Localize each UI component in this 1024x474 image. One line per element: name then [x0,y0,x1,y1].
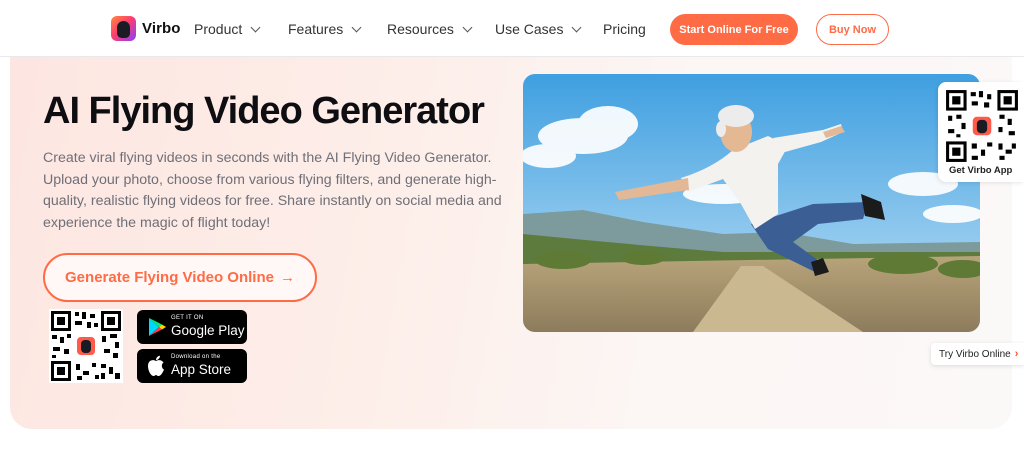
menu-features-label: Features [288,21,344,37]
google-play-small: GET IT ON [171,315,204,321]
menu-use-cases[interactable]: Use Cases [495,21,582,37]
chevron-down-icon [462,22,473,32]
qr-code-icon [944,88,1020,164]
generate-video-button[interactable]: Generate Flying Video Online → [43,253,317,302]
menu-product[interactable]: Product [194,21,261,37]
menu-product-label: Product [194,21,243,37]
google-play-icon [149,318,166,336]
qr-code-icon [49,309,123,383]
try-online-label: Try Virbo Online [939,348,1011,360]
get-app-caption: Get Virbo App [949,165,1013,176]
app-store-label: App Store [171,362,232,377]
try-online-tab[interactable]: Try Virbo Online › [931,343,1024,365]
generate-video-label: Generate Flying Video Online [65,269,274,286]
menu-resources[interactable]: Resources [387,21,473,37]
virbo-logo-icon[interactable] [111,16,136,41]
google-play-label: Google Play [171,323,245,338]
hero-title: AI Flying Video Generator [43,90,485,132]
chevron-down-icon [351,22,362,32]
apple-icon [148,355,164,376]
arrow-right-icon: → [279,269,295,286]
buy-now-button[interactable]: Buy Now [816,14,889,45]
menu-use-cases-label: Use Cases [495,21,564,37]
chevron-right-icon: › [1014,348,1019,360]
chevron-down-icon [250,22,261,32]
google-play-button[interactable]: GET IT ON Google Play [137,310,247,344]
top-navigation: Virbo Product Features Resources Use Cas… [0,0,1024,57]
app-store-button[interactable]: Download on the App Store [137,349,247,383]
menu-pricing[interactable]: Pricing [603,21,646,37]
flying-man-photo [523,74,980,332]
app-store-small: Download on the [171,354,221,360]
start-online-button[interactable]: Start Online For Free [670,14,798,45]
chevron-down-icon [572,22,582,32]
menu-features[interactable]: Features [288,21,362,37]
menu-resources-label: Resources [387,21,454,37]
hero-description: Create viral flying videos in seconds wi… [43,150,502,231]
brand-name[interactable]: Virbo [142,20,181,37]
menu-pricing-label: Pricing [603,21,646,37]
